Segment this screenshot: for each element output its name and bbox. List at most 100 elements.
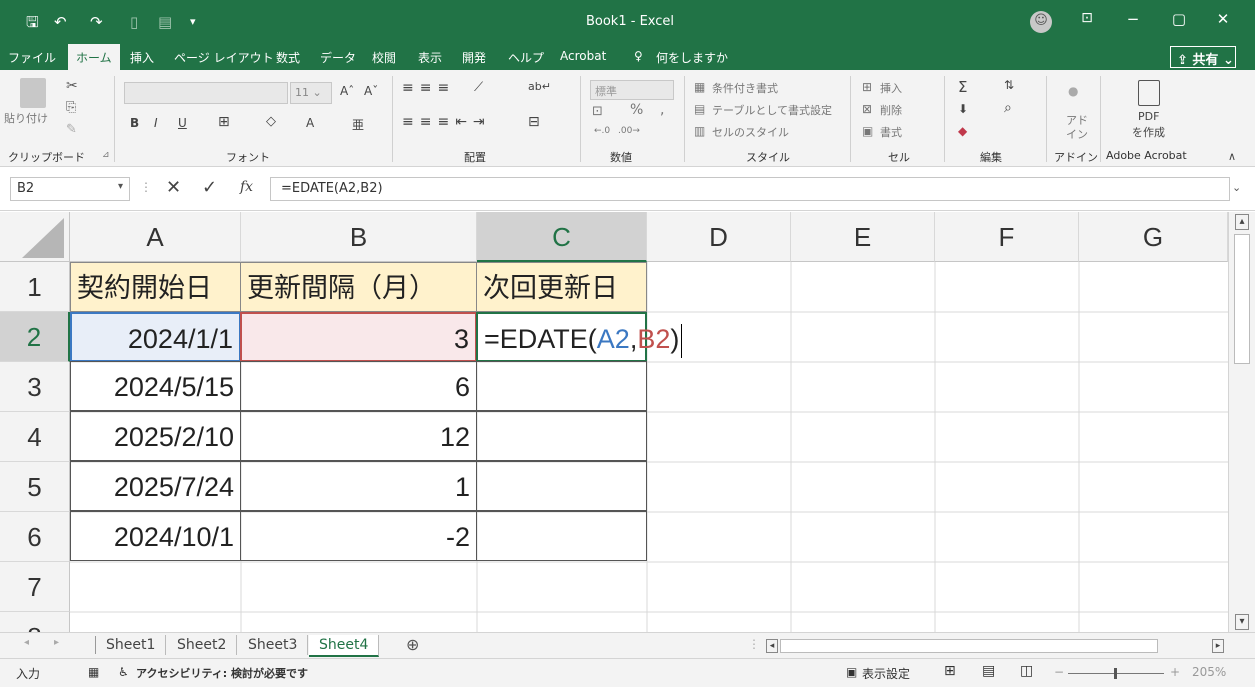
- lightbulb-icon[interactable]: ♀: [634, 49, 643, 63]
- row-header-7[interactable]: 7: [0, 562, 70, 612]
- underline-button[interactable]: U: [178, 116, 187, 130]
- delete-cells-icon[interactable]: ⊠: [862, 102, 872, 116]
- page-break-view-icon[interactable]: ◫: [1020, 663, 1033, 679]
- font-color-button[interactable]: A: [306, 116, 314, 130]
- cell-b1[interactable]: 更新間隔（月）: [240, 262, 477, 312]
- row-header-1[interactable]: 1: [0, 262, 70, 312]
- cell-b2[interactable]: 3: [240, 312, 477, 362]
- sheet-tab-4[interactable]: Sheet4: [309, 635, 380, 657]
- decrease-font-icon[interactable]: Aˇ: [364, 84, 378, 98]
- macro-record-icon[interactable]: ▦: [88, 665, 99, 679]
- merge-center-icon[interactable]: ⊟: [528, 114, 540, 130]
- tab-page-layout[interactable]: ページ レイアウト: [174, 49, 274, 66]
- paste-icon[interactable]: [20, 78, 46, 108]
- tab-acrobat[interactable]: Acrobat: [560, 49, 606, 63]
- cell-b6[interactable]: -2: [240, 511, 477, 561]
- column-header-a[interactable]: A: [70, 212, 241, 262]
- minimize-button[interactable]: −: [1118, 10, 1148, 28]
- accessibility-icon[interactable]: ♿: [118, 665, 129, 679]
- form-icon[interactable]: ▤: [158, 12, 172, 32]
- cell-b4[interactable]: 12: [240, 411, 477, 461]
- format-cells-button[interactable]: 書式: [880, 124, 902, 140]
- sheet-tab-3[interactable]: Sheet3: [238, 635, 309, 655]
- tab-file[interactable]: ファイル: [8, 49, 56, 66]
- cell-a3[interactable]: 2024/5/15: [70, 361, 241, 411]
- scroll-down-icon[interactable]: ▾: [1235, 614, 1249, 630]
- create-pdf-line2[interactable]: を作成: [1132, 124, 1165, 140]
- fill-icon[interactable]: ⬇: [958, 102, 968, 116]
- save-icon[interactable]: 🖫: [26, 12, 39, 32]
- zoom-out-icon[interactable]: −: [1054, 665, 1064, 679]
- font-name-select[interactable]: [124, 82, 288, 104]
- cell-c4[interactable]: [476, 411, 647, 461]
- tell-me-search[interactable]: 何をしますか: [656, 49, 728, 66]
- borders-icon[interactable]: ⊞: [218, 114, 230, 130]
- new-file-icon[interactable]: ▯: [130, 12, 138, 32]
- conditional-format-icon[interactable]: ▦: [694, 80, 705, 94]
- create-pdf-line1[interactable]: PDF: [1138, 110, 1159, 123]
- increase-decimal-icon[interactable]: ←.0: [594, 126, 610, 136]
- percent-button[interactable]: %: [630, 102, 643, 118]
- scroll-up-icon[interactable]: ▴: [1235, 214, 1249, 230]
- cell-b3[interactable]: 6: [240, 361, 477, 411]
- cell-b5[interactable]: 1: [240, 461, 477, 511]
- autosum-button[interactable]: Σ: [958, 78, 967, 96]
- tab-formulas[interactable]: 数式: [276, 49, 300, 66]
- display-settings-icon[interactable]: ▣: [846, 665, 857, 679]
- tab-insert[interactable]: 挿入: [130, 49, 154, 66]
- prev-sheet-icon[interactable]: ◂: [24, 637, 29, 648]
- cut-icon[interactable]: ✂: [66, 78, 78, 94]
- orientation-icon[interactable]: ⟋: [474, 80, 483, 95]
- zoom-slider-thumb[interactable]: [1114, 668, 1117, 679]
- bold-button[interactable]: B: [130, 116, 139, 130]
- page-layout-view-icon[interactable]: ▤: [982, 663, 995, 679]
- decrease-decimal-icon[interactable]: .00→: [618, 126, 640, 136]
- vertical-scrollbar[interactable]: ▴ ▾: [1228, 212, 1255, 632]
- tab-developer[interactable]: 開発: [462, 49, 486, 66]
- cell-a5[interactable]: 2025/7/24: [70, 461, 241, 511]
- row-header-5[interactable]: 5: [0, 462, 70, 512]
- wrap-text-icon[interactable]: ab↵: [528, 80, 551, 93]
- number-format-select[interactable]: 標準: [590, 80, 674, 100]
- currency-icon[interactable]: ⊡: [592, 104, 603, 119]
- column-header-d[interactable]: D: [647, 212, 791, 262]
- hscroll-right-icon[interactable]: ▸: [1212, 639, 1224, 653]
- zoom-level[interactable]: 205%: [1192, 665, 1226, 679]
- pdf-icon[interactable]: [1138, 80, 1160, 106]
- cell-a1[interactable]: 契約開始日: [70, 262, 241, 312]
- cell-c3[interactable]: [476, 361, 647, 411]
- cell-c6[interactable]: [476, 511, 647, 561]
- splitter-icon[interactable]: ⋮: [748, 637, 760, 651]
- addins-icon[interactable]: ●: [1068, 84, 1078, 98]
- addins-text-2[interactable]: イン: [1066, 126, 1088, 142]
- redo-icon[interactable]: ↷: [90, 12, 103, 32]
- next-sheet-icon[interactable]: ▸: [54, 637, 59, 648]
- chevron-down-icon[interactable]: ▾: [118, 181, 123, 192]
- insert-cells-icon[interactable]: ⊞: [862, 80, 872, 94]
- italic-button[interactable]: I: [154, 116, 158, 130]
- clear-icon[interactable]: ◆: [958, 124, 967, 138]
- increase-font-icon[interactable]: Aˆ: [340, 84, 354, 98]
- sort-filter-icon[interactable]: ⇅: [1004, 78, 1014, 92]
- row-header-8[interactable]: 8: [0, 612, 70, 632]
- paste-label[interactable]: 貼り付け: [4, 110, 48, 126]
- cell-c2-editing[interactable]: =EDATE(A2,B2): [476, 312, 683, 362]
- tab-help[interactable]: ヘルプ: [508, 49, 544, 66]
- column-header-g[interactable]: G: [1079, 212, 1228, 262]
- tab-review[interactable]: 校閲: [372, 49, 396, 66]
- delete-cells-button[interactable]: 削除: [880, 102, 902, 118]
- row-header-2[interactable]: 2: [0, 312, 70, 362]
- cell-styles-icon[interactable]: ▥: [694, 124, 705, 138]
- row-header-6[interactable]: 6: [0, 512, 70, 562]
- format-as-table-button[interactable]: テーブルとして書式設定: [712, 102, 832, 118]
- cell-a6[interactable]: 2024/10/1: [70, 511, 241, 561]
- copy-icon[interactable]: ⎘: [66, 100, 76, 115]
- dialog-launcher-icon[interactable]: ⊿: [102, 150, 110, 160]
- cell-a2[interactable]: 2024/1/1: [70, 312, 241, 362]
- zoom-in-icon[interactable]: +: [1170, 665, 1180, 679]
- add-sheet-icon[interactable]: ⊕: [406, 635, 419, 654]
- fill-color-icon[interactable]: ◇: [266, 114, 276, 129]
- comma-button[interactable]: ,: [660, 102, 664, 118]
- phonetic-icon[interactable]: 亜: [352, 116, 364, 133]
- cell-c1[interactable]: 次回更新日: [476, 262, 647, 312]
